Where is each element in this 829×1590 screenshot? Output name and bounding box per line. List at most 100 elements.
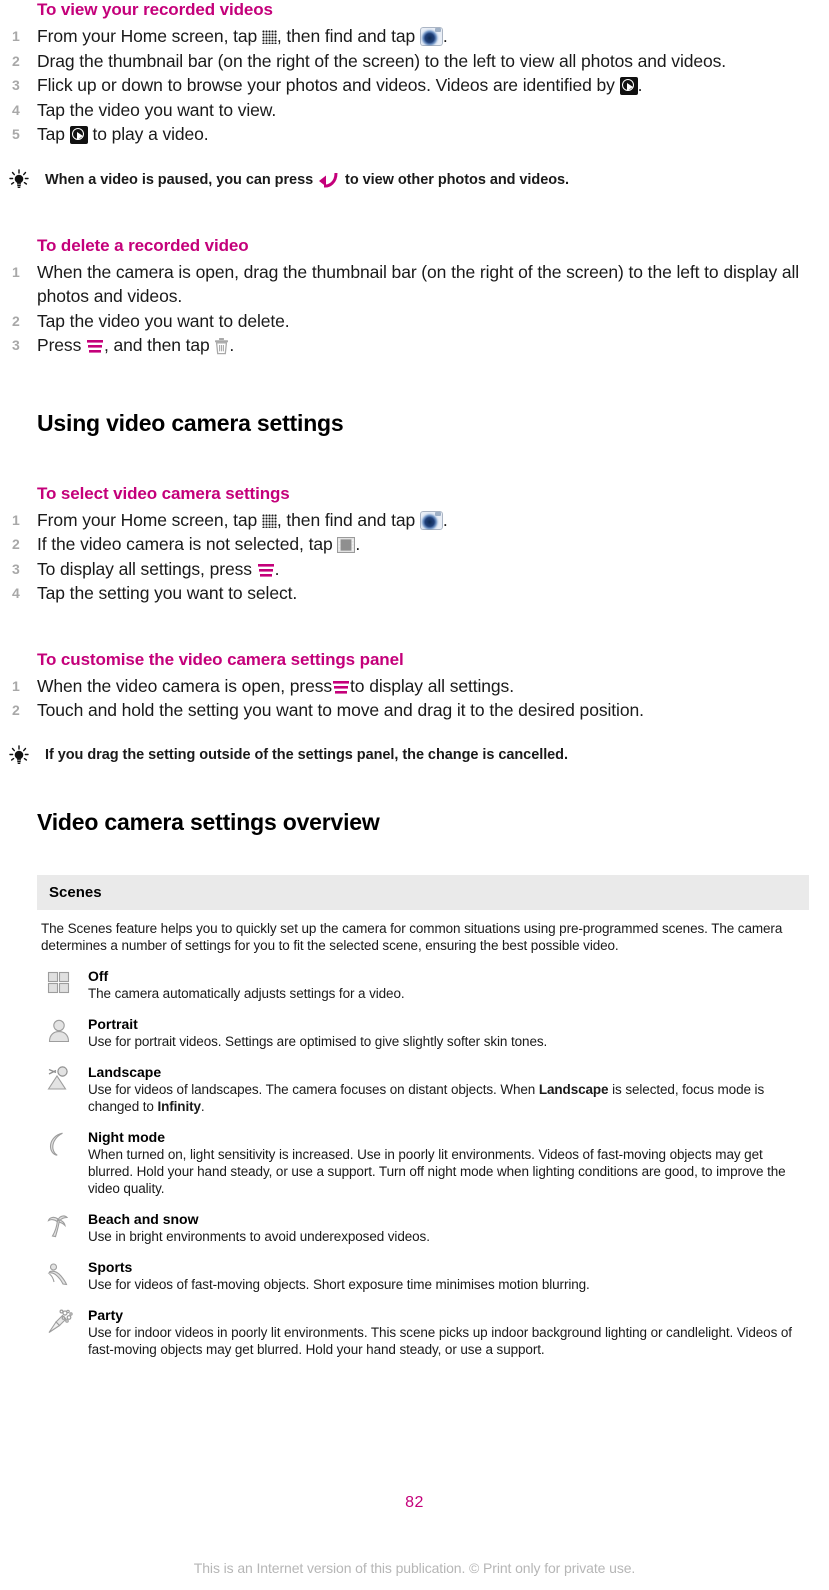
manual-page: To view your recorded videos 1 From your …	[0, 0, 829, 1590]
step-item: 1 When the camera is open, drag the thumb…	[0, 260, 819, 309]
step-item: 3 To display all settings, press .	[0, 557, 819, 582]
scenes-table-header: Scenes	[37, 874, 809, 910]
scene-title: Night mode	[88, 1128, 165, 1145]
step-item: 1 From your Home screen, tap , then find …	[0, 24, 819, 49]
step-item: 2 Touch and hold the setting you want to …	[0, 698, 819, 723]
scene-row-off: Off The camera automatically adjusts set…	[0, 968, 819, 1002]
heading-using-video-camera-settings: Using video camera settings	[37, 409, 344, 436]
scene-description: Use for videos of fast-moving objects. S…	[88, 1276, 590, 1292]
step-item: 4 Tap the video you want to view.	[0, 98, 819, 123]
step-item: 4 Tap the setting you want to select.	[0, 581, 819, 606]
step-number: 1	[12, 677, 20, 694]
scene-title: Landscape	[88, 1063, 162, 1080]
step-text-after: .	[637, 75, 643, 95]
scene-desc-part3: .	[200, 1098, 205, 1114]
steps-view-recorded-videos: 1 From your Home screen, tap , then find …	[0, 24, 819, 147]
step-text: When the camera is open, drag the thumbn…	[37, 261, 800, 307]
tip-drag-outside-panel: If you drag the setting outside of the s…	[0, 744, 819, 765]
sports-runner-icon	[45, 1260, 77, 1290]
party-popper-icon	[45, 1308, 77, 1338]
scene-row-beach-and-snow: Beach and snow Use in bright environment…	[0, 1211, 819, 1245]
steps-customise-settings-panel: 1 When the video camera is open, press to …	[0, 674, 819, 723]
step-text-after: .	[229, 335, 235, 355]
apps-grid-icon	[261, 30, 277, 44]
tip-text-after: to view other photos and videos.	[341, 171, 570, 188]
menu-icon	[86, 337, 104, 354]
step-text: If the video camera is not selected, tap	[37, 534, 338, 554]
beach-palm-icon	[45, 1212, 77, 1242]
landscape-mountain-icon	[45, 1065, 77, 1095]
step-text: Tap	[37, 124, 70, 144]
scenes-intro-text: The Scenes feature helps you to quickly …	[41, 920, 783, 953]
tip-text: If you drag the setting outside of the s…	[45, 746, 568, 763]
scene-description: Use for portrait videos. Settings are op…	[88, 1033, 548, 1049]
back-arrow-icon	[317, 169, 341, 189]
scene-description: The camera automatically adjusts setting…	[88, 985, 405, 1001]
step-text: When the video camera is open, press	[37, 675, 333, 696]
step-number: 1	[12, 28, 20, 44]
scene-desc-bold2: Infinity	[157, 1098, 201, 1114]
step-item: 3 Press , and then tap .	[0, 333, 819, 358]
menu-icon	[332, 678, 350, 695]
step-text-mid: to play a video.	[87, 124, 209, 144]
film-strip-icon	[337, 535, 356, 553]
step-item: 2 Drag the thumbnail bar (on the right of…	[0, 49, 819, 74]
trash-icon	[214, 337, 229, 355]
apps-grid-icon	[261, 513, 277, 528]
step-text: From your Home screen, tap	[37, 26, 262, 46]
lightbulb-icon	[6, 168, 32, 189]
step-text: Press	[37, 335, 86, 355]
step-text-after: .	[442, 26, 448, 46]
step-item: 3 Flick up or down to browse your photos …	[0, 73, 819, 98]
scene-desc-part1: Use for videos of landscapes. The camera…	[88, 1081, 539, 1097]
step-text-mid: , then find and tap	[276, 509, 420, 530]
step-number: 1	[12, 263, 20, 280]
step-number: 2	[12, 312, 20, 329]
footer-note: This is an Internet version of this publ…	[193, 1560, 636, 1576]
scene-row-landscape: Landscape Use for videos of landscapes. …	[0, 1064, 819, 1115]
tip-text: When a video is paused, you can press	[45, 171, 318, 188]
steps-delete-recorded-video: 1 When the camera is open, drag the thumb…	[0, 260, 819, 358]
play-icon	[619, 77, 638, 95]
lightbulb-icon	[6, 744, 32, 765]
heading-video-camera-settings-overview: Video camera settings overview	[37, 808, 380, 835]
scene-row-portrait: Portrait Use for portrait videos. Settin…	[0, 1016, 819, 1050]
menu-icon	[257, 561, 275, 578]
page-number: 82	[405, 1494, 424, 1511]
scene-description: When turned on, light sensitivity is inc…	[88, 1146, 786, 1196]
step-number: 2	[12, 702, 20, 718]
camera-icon	[419, 510, 443, 530]
step-number: 3	[12, 560, 20, 577]
step-text-after: .	[355, 534, 361, 554]
scene-description: Use for videos of landscapes. The camera…	[88, 1081, 808, 1115]
tip-paused-video: When a video is paused, you can press to…	[0, 168, 819, 190]
step-item: 1 From your Home screen, tap , then find …	[0, 508, 819, 533]
step-text-mid: to display all settings.	[350, 675, 514, 696]
step-item: 2 If the video camera is not selected, ta…	[0, 532, 819, 557]
scene-row-sports: Sports Use for videos of fast-moving obj…	[0, 1259, 819, 1293]
heading-customise-settings-panel: To customise the video camera settings p…	[37, 649, 404, 669]
step-number: 1	[12, 511, 20, 528]
step-text: Touch and hold the setting you want to m…	[37, 700, 644, 720]
step-item: 1 When the video camera is open, press to …	[0, 674, 819, 699]
heading-view-recorded-videos: To view your recorded videos	[37, 0, 273, 19]
step-number: 3	[12, 77, 20, 93]
step-text-after: .	[442, 509, 448, 530]
step-number: 3	[12, 337, 20, 353]
step-number: 4	[12, 585, 20, 601]
heading-delete-recorded-video: To delete a recorded video	[37, 235, 249, 255]
scene-title: Beach and snow	[88, 1210, 199, 1227]
steps-select-video-camera-settings: 1 From your Home screen, tap , then find …	[0, 508, 819, 606]
scene-title: Portrait	[88, 1015, 138, 1032]
step-number: 2	[12, 52, 20, 69]
heading-select-video-camera-settings: To select video camera settings	[37, 483, 290, 503]
step-text: To display all settings, press	[37, 558, 257, 579]
grid-squares-icon	[45, 969, 77, 999]
scene-title: Party	[88, 1306, 124, 1323]
scene-title: Off	[88, 967, 109, 984]
portrait-person-icon	[45, 1017, 77, 1047]
step-item: 2 Tap the video you want to delete.	[0, 309, 819, 334]
step-text: Flick up or down to browse your photos a…	[37, 75, 620, 95]
scene-description: Use for indoor videos in poorly lit envi…	[88, 1324, 792, 1357]
step-text: From your Home screen, tap	[37, 509, 262, 530]
